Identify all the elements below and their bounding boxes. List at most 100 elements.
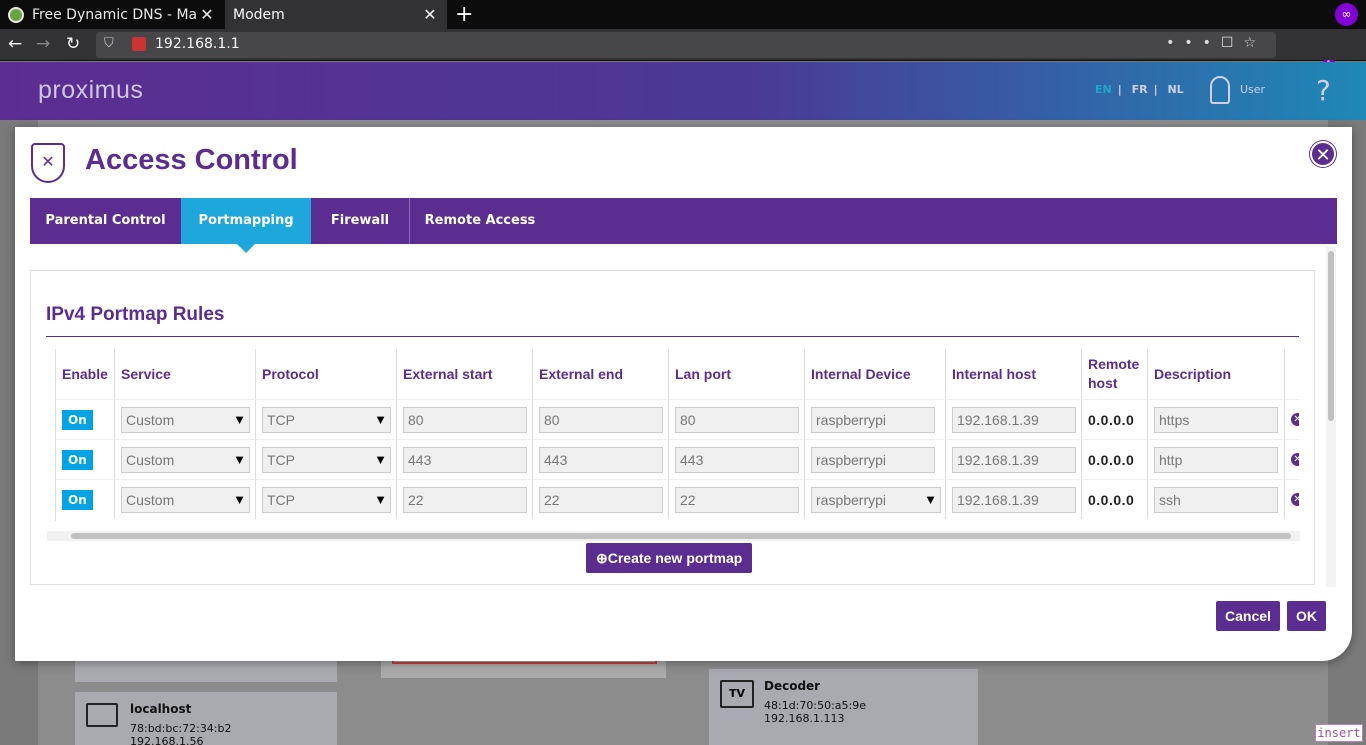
cell-external-end: 80 (533, 399, 669, 439)
modal-tabs: Parental Control Portmapping Firewall Re… (30, 198, 1337, 253)
tab-close-icon[interactable]: ✕ (421, 5, 439, 24)
device-mac: 48:1d:70:50:a5:9e (764, 699, 867, 712)
section-title: IPv4 Portmap Rules (46, 304, 225, 325)
cell-internal-host: 192.168.1.39 (946, 399, 1082, 439)
protocol-select[interactable]: TCP ▼ (262, 486, 391, 513)
page-actions[interactable]: •••☐☆ (1166, 35, 1266, 51)
cell-description: http (1148, 439, 1285, 479)
external-end-input[interactable]: 22 (539, 486, 663, 513)
site-favicon-icon (8, 6, 24, 23)
device-mac: 78:bd:bc:72:34:b2 (130, 722, 232, 735)
vim-mode-indicator: insert (1315, 724, 1363, 742)
chevron-down-icon: ▼ (374, 411, 387, 427)
protocol-value: TCP (267, 491, 295, 508)
ok-button[interactable]: OK (1287, 601, 1326, 631)
cell-remote-host: 0.0.0.0 (1082, 399, 1148, 439)
protocol-select[interactable]: TCP ▼ (262, 406, 391, 433)
tab-portmapping[interactable]: Portmapping (181, 198, 311, 253)
external-end-input[interactable]: 80 (539, 406, 663, 433)
reload-button[interactable]: ↻ (66, 34, 80, 54)
user-label: User (1240, 83, 1266, 96)
service-value: Custom (126, 411, 175, 428)
cell-internal-device: raspberrypi (805, 439, 946, 479)
internal-host-input[interactable]: 192.168.1.39 (952, 446, 1076, 473)
external-start-input[interactable]: 22 (403, 486, 527, 513)
col-header-internal-device: Internal Device (805, 349, 946, 399)
scrollbar-thumb[interactable] (1328, 251, 1334, 421)
internal-device-input[interactable]: raspberrypi (811, 446, 935, 473)
browser-tab-active[interactable]: Modem ✕ (225, 0, 447, 29)
description-input[interactable]: ssh (1154, 486, 1278, 513)
insecure-lock-icon[interactable] (132, 37, 146, 51)
horizontal-scrollbar[interactable] (47, 531, 1300, 541)
internal-device-input[interactable]: raspberrypi (811, 406, 935, 433)
vertical-scrollbar[interactable] (1326, 247, 1336, 587)
tv-icon: TV (720, 680, 754, 708)
forward-button[interactable]: → (36, 34, 50, 54)
tab-remote-access[interactable]: Remote Access (410, 198, 550, 244)
lan-port-input[interactable]: 443 (675, 446, 799, 473)
remote-host-value: 0.0.0.0 (1088, 411, 1135, 428)
shield-icon: ✕ (31, 143, 65, 183)
create-portmap-label: Create new portmap (607, 550, 743, 566)
chevron-down-icon: ▼ (374, 451, 387, 467)
new-tab-button[interactable]: + (455, 2, 473, 27)
protocol-value: TCP (267, 411, 295, 428)
service-select[interactable]: Custom ▼ (121, 446, 250, 473)
device-ip: 192.168.1.113 (764, 712, 845, 725)
tab-close-icon[interactable]: ✕ (198, 5, 216, 24)
internal-device-select[interactable]: raspberrypi ▼ (811, 486, 941, 513)
enable-toggle[interactable]: On (62, 449, 93, 470)
enable-toggle[interactable]: On (62, 409, 93, 430)
scrollbar-thumb[interactable] (71, 533, 1291, 539)
cell-enable: On (56, 479, 115, 519)
cell-external-start: 443 (397, 439, 533, 479)
external-start-input[interactable]: 443 (403, 446, 527, 473)
enable-toggle[interactable]: On (62, 489, 93, 510)
user-menu[interactable]: User (1210, 76, 1265, 104)
device-name: Decoder (764, 679, 821, 693)
lang-en[interactable]: EN (1095, 83, 1112, 96)
description-input[interactable]: https (1154, 406, 1278, 433)
service-select[interactable]: Custom ▼ (121, 406, 250, 433)
service-select[interactable]: Custom ▼ (121, 486, 250, 513)
chevron-down-icon: ▼ (233, 491, 246, 507)
private-browsing-icon: ∞ (1335, 3, 1358, 26)
cell-delete: ✕ (1285, 399, 1299, 439)
lan-port-input[interactable]: 80 (675, 406, 799, 433)
description-input[interactable]: http (1154, 446, 1278, 473)
browser-tab[interactable]: Free Dynamic DNS - Man ✕ (0, 0, 224, 29)
cancel-button[interactable]: Cancel (1216, 601, 1280, 631)
cell-remote-host: 0.0.0.0 (1082, 479, 1148, 519)
lang-nl[interactable]: NL (1167, 83, 1183, 96)
lan-port-input[interactable]: 22 (675, 486, 799, 513)
back-button[interactable]: ← (8, 34, 22, 54)
modal-title: Access Control (85, 144, 298, 176)
protocol-select[interactable]: TCP ▼ (262, 446, 391, 473)
close-icon[interactable]: ✕ (1310, 141, 1336, 167)
tab-firewall[interactable]: Firewall (311, 198, 410, 244)
lang-fr[interactable]: FR (1132, 83, 1148, 96)
external-end-input[interactable]: 443 (539, 446, 663, 473)
help-icon[interactable]: ? (1316, 74, 1331, 107)
create-portmap-button[interactable]: ⊕Create new portmap (586, 543, 753, 573)
section-divider (46, 336, 1299, 337)
tab-parental-control[interactable]: Parental Control (30, 198, 181, 244)
cell-service: Custom ▼ (115, 479, 256, 519)
external-start-input[interactable]: 80 (403, 406, 527, 433)
cell-service: Custom ▼ (115, 439, 256, 479)
cell-remote-host: 0.0.0.0 (1082, 439, 1148, 479)
url-bar[interactable]: ⛉ 192.168.1.1 •••☐☆ (96, 32, 1276, 58)
col-header-service: Service (115, 349, 256, 399)
table-row: On Custom ▼ TCP ▼ 22 22 22 raspberrypi ▼ 19… (51, 479, 1299, 519)
delete-row-icon[interactable]: ✕ (1291, 453, 1299, 466)
tracking-shield-icon[interactable]: ⛉ (104, 36, 114, 51)
delete-row-icon[interactable]: ✕ (1291, 413, 1299, 426)
cell-delete: ✕ (1285, 479, 1299, 519)
proximus-logo: proximus (38, 76, 144, 104)
internal-host-input[interactable]: 192.168.1.39 (952, 406, 1076, 433)
laptop-icon (86, 703, 118, 727)
delete-row-icon[interactable]: ✕ (1291, 493, 1299, 506)
internal-host-input[interactable]: 192.168.1.39 (952, 486, 1076, 513)
url-text[interactable]: 192.168.1.1 (155, 36, 240, 52)
